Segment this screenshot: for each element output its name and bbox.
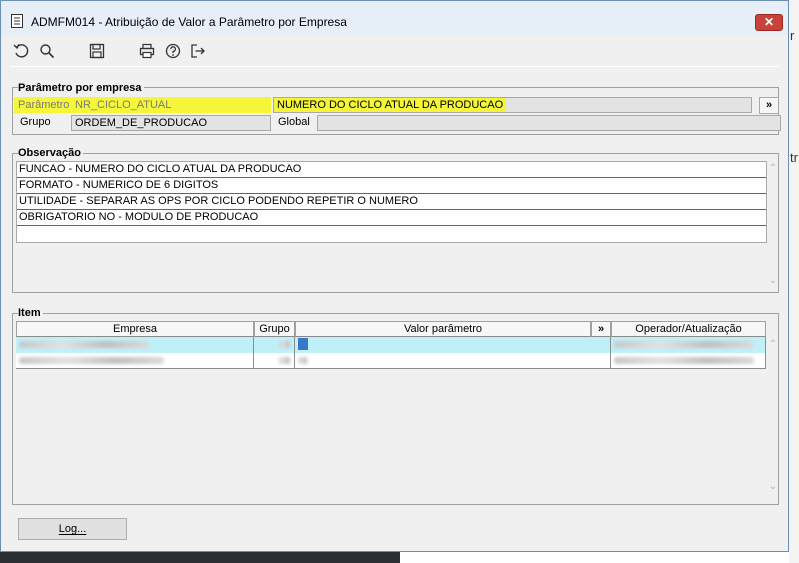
- scroll-down-icon[interactable]: ⌄: [766, 481, 780, 492]
- document-icon: [11, 14, 23, 28]
- background-text-fragment: r: [790, 28, 795, 43]
- background-text-fragment: tr: [790, 150, 798, 165]
- column-header-empresa[interactable]: Empresa: [16, 321, 254, 337]
- observacao-line: UTILIDADE - SEPARAR AS OPS POR CICLO POD…: [17, 194, 766, 210]
- cell-operador: [611, 337, 766, 353]
- observacao-list[interactable]: FUNCAO - NUMERO DO CICLO ATUAL DA PRODUC…: [16, 161, 767, 243]
- cell-operador: [611, 353, 766, 369]
- help-icon[interactable]: [164, 42, 182, 60]
- search-icon[interactable]: [38, 42, 56, 60]
- parametro-group-title: Parâmetro por empresa: [18, 82, 144, 94]
- cell-empresa: [16, 353, 254, 369]
- background-window-strip: [789, 0, 799, 563]
- title-bar: ADMFM014 - Atribuição de Valor a Parâmet…: [1, 1, 788, 35]
- log-button-label: Log...: [58, 523, 87, 535]
- grupo-field: ORDEM_DE_PRODUCAO: [71, 115, 271, 131]
- column-header-grupo[interactable]: Grupo: [254, 321, 295, 337]
- toolbar: [8, 35, 781, 65]
- observacao-line: FUNCAO - NUMERO DO CICLO ATUAL DA PRODUC…: [17, 162, 766, 178]
- scroll-down-icon[interactable]: ⌄: [766, 275, 780, 286]
- cell-valor[interactable]: [295, 337, 611, 353]
- cell-empresa: [16, 337, 254, 353]
- exit-icon[interactable]: [189, 42, 207, 60]
- undo-icon[interactable]: [12, 42, 30, 60]
- parametro-description-text: NUMERO DO CICLO ATUAL DA PRODUCAO: [274, 98, 507, 112]
- window-title: ADMFM014 - Atribuição de Valor a Parâmet…: [31, 15, 347, 29]
- scroll-up-icon[interactable]: ⌃: [766, 339, 780, 350]
- cell-grupo: [254, 353, 295, 369]
- scroll-up-icon[interactable]: ⌃: [766, 163, 780, 174]
- log-button[interactable]: Log...: [18, 518, 127, 540]
- close-button[interactable]: ✕: [755, 14, 783, 31]
- column-header-valor[interactable]: Valor parâmetro: [295, 321, 591, 337]
- parametro-description-field: NUMERO DO CICLO ATUAL DA PRODUCAO: [273, 97, 752, 113]
- print-icon[interactable]: [138, 42, 156, 60]
- observacao-line: [17, 226, 766, 242]
- observacao-line: OBRIGATORIO NO - MODULO DE PRODUCAO: [17, 210, 766, 226]
- table-row[interactable]: [16, 353, 766, 369]
- column-header-operador[interactable]: Operador/Atualização: [611, 321, 766, 337]
- global-label: Global: [278, 116, 310, 128]
- global-field: [317, 115, 781, 131]
- cell-valor[interactable]: [295, 353, 611, 369]
- observacao-line: FORMATO - NUMERICO DE 6 DIGITOS: [17, 178, 766, 194]
- client-area: Parâmetro por empresa Parâmetro NR_CICLO…: [8, 35, 781, 547]
- column-header-expand[interactable]: »: [591, 321, 611, 337]
- grupo-label: Grupo: [20, 116, 51, 128]
- save-icon[interactable]: [88, 42, 106, 60]
- parametro-input[interactable]: NR_CICLO_ATUAL: [71, 97, 271, 113]
- toolbar-separator: [10, 66, 779, 67]
- parametro-lookup-button[interactable]: »: [759, 97, 779, 114]
- cell-grupo: [254, 337, 295, 353]
- dialog-window: ADMFM014 - Atribuição de Valor a Parâmet…: [0, 0, 789, 552]
- observacao-group-title: Observação: [18, 147, 83, 159]
- parametro-label: Parâmetro: [14, 97, 72, 113]
- table-row[interactable]: [16, 337, 766, 353]
- item-group-title: Item: [18, 307, 43, 319]
- taskbar-fragment: [0, 552, 400, 563]
